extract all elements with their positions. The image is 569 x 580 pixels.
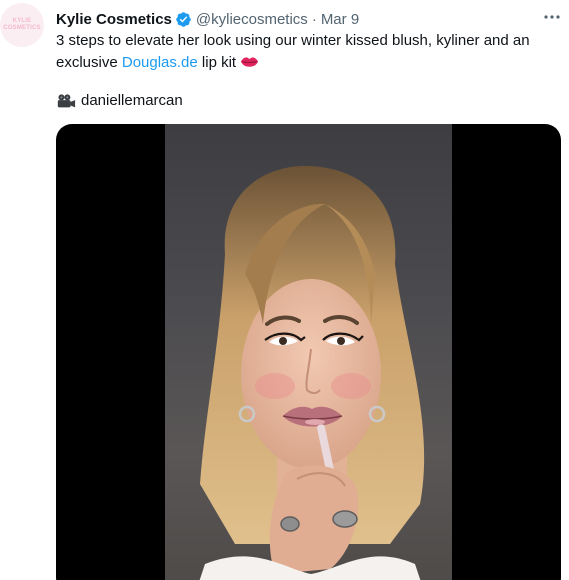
movie-camera-emoji-icon	[57, 94, 76, 108]
tweet: KYLIE COSMETICS Kylie Cosmetics @kylieco…	[0, 0, 569, 580]
author-display-name[interactable]: Kylie Cosmetics	[56, 11, 172, 28]
tweet-header: Kylie Cosmetics @kyliecosmetics · Mar 9	[56, 9, 359, 29]
avatar-text-line-2: COSMETICS	[3, 25, 41, 31]
video-player[interactable]	[56, 124, 561, 580]
video-thumbnail-woman-applying-lip-gloss	[199, 165, 425, 580]
author-avatar[interactable]: KYLIE COSMETICS	[0, 3, 44, 47]
tweet-date[interactable]: Mar 9	[321, 11, 359, 28]
verified-badge-icon[interactable]	[175, 11, 192, 28]
video-frame[interactable]	[165, 124, 452, 580]
douglas-link[interactable]: Douglas.de	[122, 54, 198, 71]
more-options-icon	[544, 15, 560, 19]
more-options-button[interactable]	[541, 7, 563, 27]
tweet-text-part-2: lip kit	[197, 54, 241, 71]
video-credit: daniellemarcan	[56, 90, 183, 112]
tweet-text: 3 steps to elevate her look using our wi…	[56, 30, 556, 74]
lips-emoji-icon	[241, 57, 259, 67]
header-separator: ·	[311, 10, 317, 28]
credit-name[interactable]: daniellemarcan	[81, 90, 183, 112]
avatar-text-line-1: KYLIE	[12, 18, 32, 24]
author-handle[interactable]: @kyliecosmetics	[196, 11, 308, 28]
